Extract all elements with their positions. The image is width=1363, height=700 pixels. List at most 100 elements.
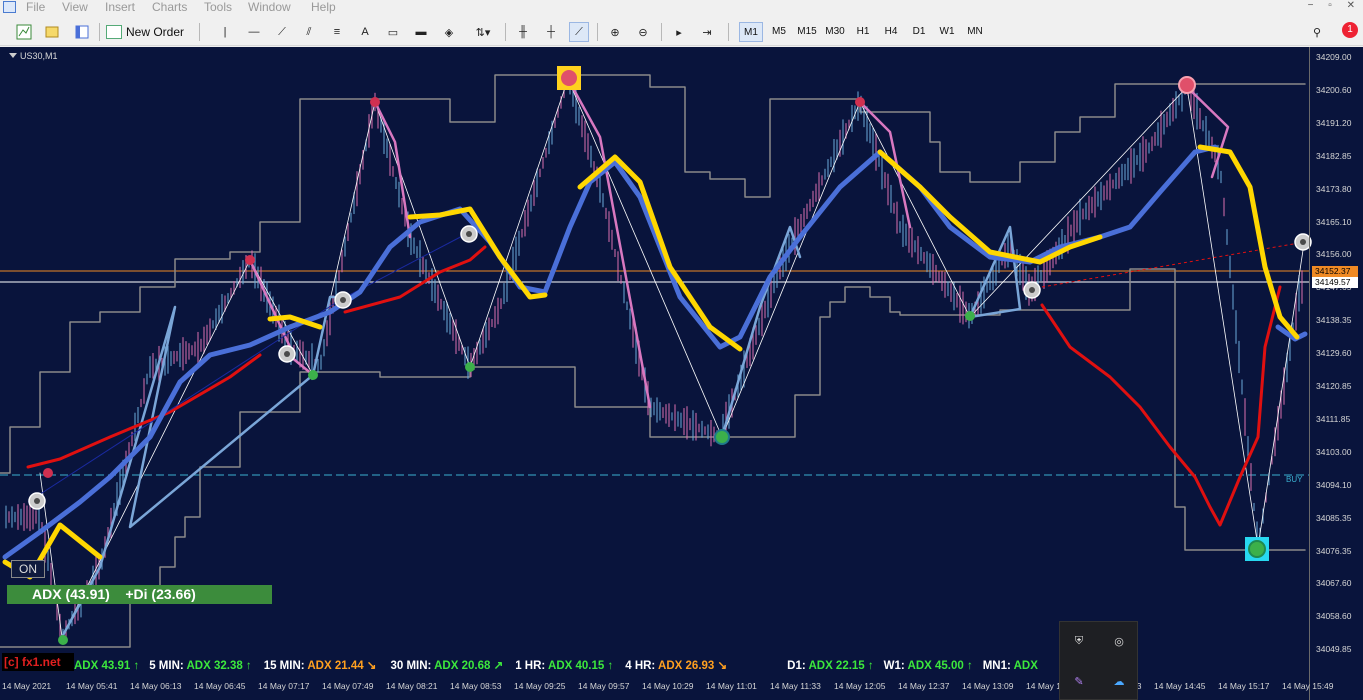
zoom-in-icon[interactable]: ⊕ bbox=[605, 22, 625, 42]
window-controls: − ▫ ✕ bbox=[1296, 0, 1355, 11]
price-axis-label: 34129.60 bbox=[1316, 348, 1352, 359]
indicator-on-button[interactable]: ON bbox=[11, 560, 45, 578]
menu-insert[interactable]: Insert bbox=[105, 0, 135, 14]
swing-blue bbox=[720, 225, 802, 439]
timeframe-m5[interactable]: M5 bbox=[767, 22, 791, 42]
close-button[interactable]: ✕ bbox=[1347, 0, 1355, 11]
time-axis-label: 14 May 09:25 bbox=[514, 681, 566, 691]
menu-charts[interactable]: Charts bbox=[152, 0, 187, 14]
price-axis-label: 34111.85 bbox=[1316, 413, 1351, 424]
price-axis-label: 34165.10 bbox=[1316, 216, 1352, 227]
time-axis-label: 14 May 06:13 bbox=[130, 681, 182, 691]
timeframe-mn[interactable]: MN bbox=[963, 22, 987, 42]
adx-timeframe-label: W1: bbox=[883, 660, 908, 672]
multi-timeframe-adx-bar: ADX 43.91 ↑ 5 MIN: ADX 32.38 ↑ 15 MIN: ADX… bbox=[74, 659, 1038, 673]
adx-timeframe-item: 1 HR: ADX 40.15 ↑ bbox=[515, 660, 613, 672]
restore-button[interactable]: ▫ bbox=[1328, 0, 1332, 11]
rectangle-icon[interactable]: ▬ bbox=[411, 22, 431, 42]
navigator-icon[interactable] bbox=[72, 22, 92, 42]
swing-point-marker bbox=[43, 468, 53, 478]
yellow-moving-average bbox=[1197, 144, 1300, 340]
time-axis-label: 14 May 11:33 bbox=[770, 681, 821, 691]
notification-badge[interactable]: 1 bbox=[1342, 22, 1358, 38]
text-label-icon[interactable]: ▭ bbox=[383, 22, 403, 42]
price-axis-label: 34191.20 bbox=[1316, 117, 1352, 128]
adx-value: ADX 20.68 ↗ bbox=[434, 660, 504, 672]
new-chart-icon[interactable] bbox=[14, 22, 34, 42]
swing-point-marker bbox=[58, 635, 68, 645]
arrows-dropdown-icon[interactable]: ⇅▾ bbox=[470, 22, 496, 42]
horizontal-line-icon[interactable]: — bbox=[244, 22, 264, 42]
security-shield-icon[interactable]: ⛨ bbox=[1070, 632, 1088, 650]
timeframe-m15[interactable]: M15 bbox=[795, 22, 819, 42]
adx-timeframe-item: 4 HR: ADX 26.93 ↘ bbox=[625, 660, 727, 672]
timeframe-m1[interactable]: M1 bbox=[739, 22, 763, 42]
adx-info-box: ADX (43.91) +Di (23.66) bbox=[7, 585, 272, 604]
timeframe-d1[interactable]: D1 bbox=[907, 22, 931, 42]
toolbar: New Order | — ⟋ ⫽ ≡ A ▭ ▬ ◈ ⇅▾ ╫ ┼ ⟋ ⊕ ⊖… bbox=[0, 17, 1363, 46]
adx-timeframe-label: 30 MIN: bbox=[390, 660, 435, 672]
menu-bar: File View Insert Charts Tools Window Hel… bbox=[0, 0, 1363, 15]
channel-upper bbox=[0, 74, 1306, 474]
time-axis-label: 14 May 05:41 bbox=[66, 681, 118, 691]
text-icon[interactable]: A bbox=[355, 22, 375, 42]
menu-file[interactable]: File bbox=[26, 0, 45, 14]
time-axis-label: 14 May 11:01 bbox=[706, 681, 757, 691]
red-trend-line bbox=[1040, 285, 1282, 527]
blue-thin-line bbox=[27, 299, 341, 503]
minimize-button[interactable]: − bbox=[1308, 0, 1314, 11]
signal-circle-marker bbox=[1300, 239, 1306, 245]
time-axis-label: 14 May 09:57 bbox=[578, 681, 630, 691]
adx-timeframe-item: 5 MIN: ADX 32.38 ↑ bbox=[149, 660, 251, 672]
equidistant-channel-icon[interactable]: ⫽ bbox=[299, 22, 319, 42]
trendline-icon[interactable]: ⟋ bbox=[272, 22, 292, 42]
adx-value: ADX bbox=[1013, 660, 1038, 672]
onedrive-icon[interactable]: ☁ bbox=[1110, 672, 1128, 690]
timeframe-h4[interactable]: H4 bbox=[879, 22, 903, 42]
adx-value: ADX 21.44 ↘ bbox=[307, 660, 377, 672]
pen-app-icon[interactable]: ✎ bbox=[1070, 672, 1088, 690]
menu-view[interactable]: View bbox=[62, 0, 88, 14]
price-axis-label: 34200.60 bbox=[1316, 84, 1352, 95]
profiles-icon[interactable] bbox=[42, 22, 62, 42]
time-axis-label: 14 May 15:49 bbox=[1282, 681, 1334, 691]
timeframe-h1[interactable]: H1 bbox=[851, 22, 875, 42]
bar-chart-icon[interactable]: ╫ bbox=[513, 22, 533, 42]
menu-help[interactable]: Help bbox=[311, 0, 336, 14]
candlestick-icon[interactable]: ┼ bbox=[541, 22, 561, 42]
autoscroll-icon[interactable]: ▸ bbox=[669, 22, 689, 42]
menu-tools[interactable]: Tools bbox=[204, 0, 232, 14]
timeframe-w1[interactable]: W1 bbox=[935, 22, 959, 42]
tray-app-icon[interactable]: ◎ bbox=[1110, 632, 1128, 650]
time-axis-label: 14 May 2021 bbox=[2, 681, 52, 691]
menu-window[interactable]: Window bbox=[248, 0, 291, 14]
line-chart-icon[interactable]: ⟋ bbox=[569, 22, 589, 42]
zoom-out-icon[interactable]: ⊖ bbox=[633, 22, 653, 42]
time-axis-label: 14 May 15:17 bbox=[1218, 681, 1270, 691]
fill-icon[interactable]: ◈ bbox=[439, 22, 459, 42]
new-order-label: New Order bbox=[126, 25, 185, 39]
chart-shift-icon[interactable]: ⇥ bbox=[697, 22, 717, 42]
swing-point-marker bbox=[1248, 540, 1266, 558]
search-icon[interactable]: ⚲ bbox=[1307, 22, 1327, 42]
chart-area[interactable]: US30,M1 34209.00 34200.60 34191.20 34182.85… bbox=[0, 47, 1363, 700]
price-axis-label: 34138.35 bbox=[1316, 315, 1352, 326]
swing-point-marker bbox=[714, 429, 730, 445]
new-order-icon bbox=[106, 25, 122, 39]
adx-timeframe-label: 5 MIN: bbox=[149, 660, 187, 672]
adx-timeframe-label: MN1: bbox=[982, 660, 1014, 672]
new-order-button[interactable]: New Order bbox=[106, 22, 184, 42]
price-axis-label: 34103.00 bbox=[1316, 446, 1352, 457]
timeframe-m30[interactable]: M30 bbox=[823, 22, 847, 42]
adx-timeframe-item: 15 MIN: ADX 21.44 ↘ bbox=[264, 660, 377, 672]
zigzag-line bbox=[39, 78, 1306, 638]
swing-point-marker bbox=[561, 70, 577, 86]
adx-value: ADX 40.15 ↑ bbox=[548, 660, 614, 672]
fibonacci-icon[interactable]: ≡ bbox=[327, 22, 347, 42]
adx-value: ADX 32.38 ↑ bbox=[186, 660, 252, 672]
price-axis-label: 34067.60 bbox=[1316, 578, 1352, 589]
adx-timeframe-label: 4 HR: bbox=[625, 660, 659, 672]
price-axis-label: 34120.85 bbox=[1316, 381, 1352, 391]
cursor-icon[interactable]: | bbox=[215, 22, 235, 42]
price-axis-label: 34076.35 bbox=[1316, 545, 1352, 556]
